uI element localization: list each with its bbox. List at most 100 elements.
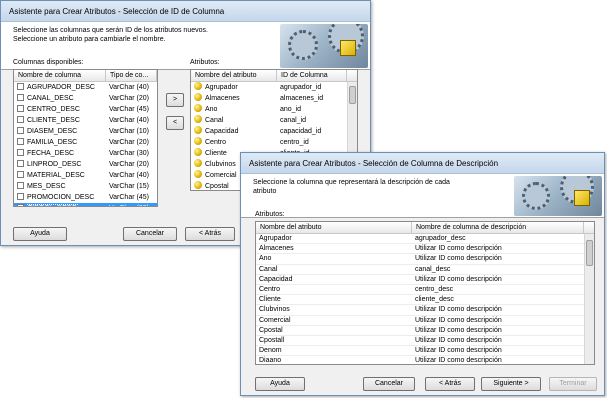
column-name: MATERIAL_DESC xyxy=(27,172,85,179)
description-grid-row[interactable]: Cpostal Utilizar ID como descripción xyxy=(256,326,594,336)
attribute-icon xyxy=(194,170,202,178)
grid-scrollbar[interactable] xyxy=(584,234,594,364)
column-checkbox-icon[interactable] xyxy=(17,160,24,167)
grid-description-column[interactable]: Utilizar ID como descripción xyxy=(412,356,584,364)
column-checkbox-icon[interactable] xyxy=(17,94,24,101)
grid-description-column[interactable]: Utilizar ID como descripción xyxy=(412,316,584,325)
banner2-line-1: Seleccione la columna que representará l… xyxy=(253,179,450,186)
description-grid-row[interactable]: Almacenes Utilizar ID como descripción xyxy=(256,244,594,255)
help-button-2[interactable]: Ayuda xyxy=(255,377,305,391)
column-name: DIASEM_DESC xyxy=(27,128,78,135)
column-list-item[interactable]: CANAL_DESC VarChar (20) xyxy=(14,93,157,104)
back-button[interactable]: < Atrás xyxy=(185,227,235,241)
column-header-name[interactable]: Nombre de columna xyxy=(14,70,106,81)
window-title-2: Asistente para Crear Atributos - Selecci… xyxy=(241,153,604,174)
column-header-type[interactable]: Tipo de co... xyxy=(106,70,157,81)
description-grid-header: Nombre del atributo Nombre de columna de… xyxy=(256,222,594,234)
column-checkbox-icon[interactable] xyxy=(17,116,24,123)
remove-attribute-button[interactable]: < xyxy=(166,116,184,130)
column-name-cell: TIPOCL_DESC xyxy=(14,203,106,206)
add-attribute-button[interactable]: > xyxy=(166,93,184,107)
available-columns-list[interactable]: Nombre de columna Tipo de co... AGRUPADO… xyxy=(13,69,158,207)
attribute-list-item[interactable]: Centro centro_id xyxy=(191,137,357,148)
grid-description-column[interactable]: agrupador_desc xyxy=(412,234,584,243)
column-name-cell: MATERIAL_DESC xyxy=(14,170,106,181)
attribute-icon xyxy=(194,82,202,90)
description-grid-row[interactable]: Cliente cliente_desc xyxy=(256,295,594,306)
column-checkbox-icon[interactable] xyxy=(17,138,24,145)
grid-description-column[interactable]: Utilizar ID como descripción xyxy=(412,254,584,263)
grid-description-column[interactable]: Utilizar ID como descripción xyxy=(412,346,584,355)
cancel-button[interactable]: Cancelar xyxy=(123,227,177,241)
attribute-list-item[interactable]: Ano ano_id xyxy=(191,104,357,115)
back-button-2[interactable]: < Atrás xyxy=(425,377,475,391)
column-list-item[interactable]: AGRUPADOR_DESC VarChar (40) xyxy=(14,82,157,93)
cancel-button-2[interactable]: Cancelar xyxy=(363,377,415,391)
grid-description-column[interactable]: Utilizar ID como descripción xyxy=(412,275,584,284)
column-checkbox-icon[interactable] xyxy=(17,105,24,112)
column-list-item[interactable]: CLIENTE_DESC VarChar (40) xyxy=(14,115,157,126)
column-name: CENTRO_DESC xyxy=(27,106,80,113)
attribute-name: Clubvinos xyxy=(205,161,236,168)
grid-description-column[interactable]: Utilizar ID como descripción xyxy=(412,336,584,345)
description-grid-row[interactable]: Canal canal_desc xyxy=(256,265,594,275)
column-list-item[interactable]: MES_DESC VarChar (15) xyxy=(14,181,157,192)
column-name: LINPROD_DESC xyxy=(27,161,82,168)
column-checkbox-icon[interactable] xyxy=(17,149,24,156)
grid-attribute-name: Agrupador xyxy=(259,235,292,242)
attr-header-name[interactable]: Nombre del atributo xyxy=(191,70,277,81)
grid-header-description[interactable]: Nombre de columna de descripción xyxy=(412,222,584,233)
grid-description-column[interactable]: canal_desc xyxy=(412,265,584,274)
next-button[interactable]: Siguiente > xyxy=(481,377,541,391)
grid-description-column[interactable]: centro_desc xyxy=(412,285,584,294)
attribute-list-item[interactable]: Agrupador agrupador_id xyxy=(191,82,357,93)
description-grid-row[interactable]: Denom Utilizar ID como descripción xyxy=(256,346,594,357)
attribute-list-item[interactable]: Capacidad capacidad_id xyxy=(191,126,357,137)
column-checkbox-icon[interactable] xyxy=(17,182,24,189)
grid-description-column[interactable]: cliente_desc xyxy=(412,295,584,304)
column-checkbox-icon[interactable] xyxy=(17,83,24,90)
attribute-id: centro_id xyxy=(280,139,309,146)
column-checkbox-icon[interactable] xyxy=(17,193,24,200)
attribute-list-item[interactable]: Canal canal_id xyxy=(191,115,357,126)
column-list-item[interactable]: MATERIAL_DESC VarChar (40) xyxy=(14,170,157,181)
description-grid[interactable]: Nombre del atributo Nombre de columna de… xyxy=(255,221,595,365)
column-type: VarChar (40) xyxy=(109,117,149,124)
description-grid-row[interactable]: Ano Utilizar ID como descripción xyxy=(256,254,594,265)
column-checkbox-icon[interactable] xyxy=(17,127,24,134)
column-list-item[interactable]: FAMILIA_DESC VarChar (20) xyxy=(14,137,157,148)
column-type: VarChar (45) xyxy=(109,194,149,201)
attribute-icon xyxy=(194,159,202,167)
grid-header-attribute[interactable]: Nombre del atributo xyxy=(256,222,412,233)
description-grid-row[interactable]: Agrupador agrupador_desc xyxy=(256,234,594,245)
column-list-item[interactable]: PROMOCION_DESC VarChar (45) xyxy=(14,192,157,203)
column-checkbox-icon[interactable] xyxy=(17,171,24,178)
description-grid-row[interactable]: Clubvinos Utilizar ID como descripción xyxy=(256,305,594,316)
grid-description-column[interactable]: Utilizar ID como descripción xyxy=(412,244,584,253)
column-type: VarChar (40) xyxy=(109,84,149,91)
grid-description-column[interactable]: Utilizar ID como descripción xyxy=(412,326,584,335)
column-list-item[interactable]: LINPROD_DESC VarChar (20) xyxy=(14,159,157,170)
description-grid-row[interactable]: Cpostall Utilizar ID como descripción xyxy=(256,336,594,347)
column-list-item[interactable]: CENTRO_DESC VarChar (45) xyxy=(14,104,157,115)
column-list-item[interactable]: TIPOCL_DESC VarChar (20) xyxy=(14,203,157,206)
banner-line-1: Seleccione las columnas que serán ID de … xyxy=(13,27,208,34)
help-button[interactable]: Ayuda xyxy=(13,227,67,241)
grid-description-column[interactable]: Utilizar ID como descripción xyxy=(412,305,584,314)
attribute-icon xyxy=(194,93,202,101)
attr-header-id[interactable]: ID de Columna xyxy=(277,70,347,81)
column-checkbox-icon[interactable] xyxy=(17,204,24,206)
column-name: TIPOCL_DESC xyxy=(27,204,78,206)
column-list-item[interactable]: DIASEM_DESC VarChar (10) xyxy=(14,126,157,137)
column-name: CANAL_DESC xyxy=(27,95,74,102)
column-type: VarChar (20) xyxy=(109,139,149,146)
column-name-cell: CENTRO_DESC xyxy=(14,104,106,115)
attribute-list-item[interactable]: Almacenes almacenes_id xyxy=(191,93,357,104)
description-grid-row[interactable]: Capacidad Utilizar ID como descripción xyxy=(256,275,594,285)
attribute-icon xyxy=(194,104,202,112)
column-type: VarChar (40) xyxy=(109,172,149,179)
description-grid-row[interactable]: Comercial Utilizar ID como descripción xyxy=(256,316,594,326)
description-grid-row[interactable]: Centro centro_desc xyxy=(256,285,594,296)
column-list-item[interactable]: FECHA_DESC VarChar (30) xyxy=(14,148,157,159)
description-grid-row[interactable]: Diaano Utilizar ID como descripción xyxy=(256,356,594,364)
